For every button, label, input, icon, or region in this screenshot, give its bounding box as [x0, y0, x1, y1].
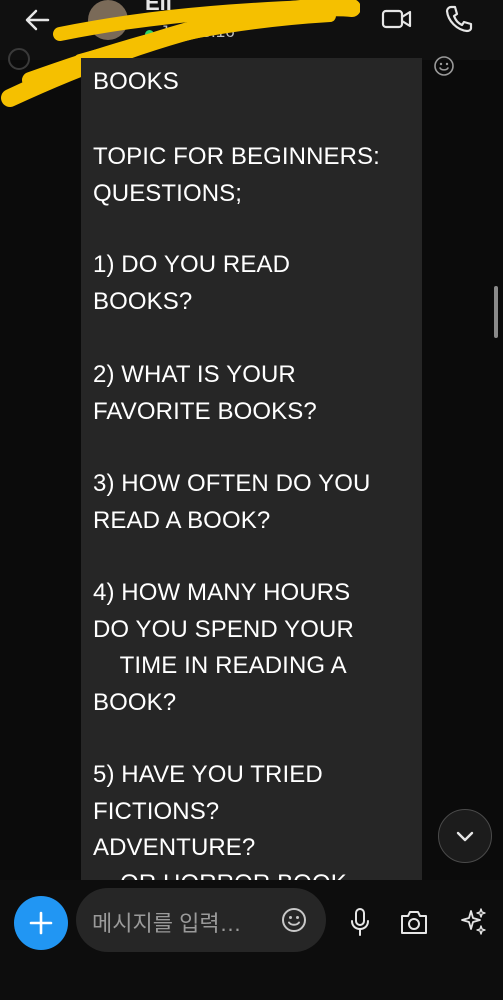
- emoji-button[interactable]: [280, 906, 308, 934]
- camera-icon: [401, 911, 427, 934]
- voice-message-button[interactable]: [347, 907, 373, 937]
- voice-call-button[interactable]: [442, 2, 476, 36]
- message-line: ADVENTURE?: [93, 834, 256, 861]
- online-status-dot: [145, 30, 154, 39]
- sender-marker: [8, 48, 30, 70]
- message-line: FICTIONS?: [93, 798, 220, 825]
- sparkle-icon: [461, 908, 486, 935]
- message-line: TOPIC FOR BEGINNERS:: [93, 143, 380, 170]
- contact-avatar[interactable]: [88, 0, 128, 40]
- video-call-icon: [381, 9, 412, 29]
- camera-button[interactable]: [398, 907, 430, 937]
- scrollbar-thumb[interactable]: [494, 286, 498, 338]
- status-text: John 3:16: [160, 22, 235, 41]
- attach-button[interactable]: [14, 896, 68, 950]
- phone-icon: [445, 5, 473, 33]
- message-line: BOOKS: [93, 68, 179, 95]
- microphone-icon: [351, 908, 369, 936]
- contact-name[interactable]: Eli: [145, 0, 172, 16]
- message-line: 5) HAVE YOU TRIED: [93, 761, 323, 788]
- message-input-placeholder[interactable]: 메시지를 입력…: [92, 906, 242, 938]
- message-line: TIME IN READING A: [93, 652, 347, 679]
- video-call-button[interactable]: [380, 2, 414, 36]
- back-button[interactable]: [18, 2, 58, 38]
- message-bubble[interactable]: BOOKS TOPIC FOR BEGINNERS: QUESTIONS; 1)…: [81, 58, 422, 880]
- plus-icon: [29, 911, 53, 935]
- message-line: BOOKS?: [93, 288, 193, 315]
- ai-assist-button[interactable]: [458, 906, 488, 936]
- add-reaction-button[interactable]: [432, 54, 456, 78]
- message-line: BOOK?: [93, 689, 177, 716]
- smiley-icon: [434, 56, 454, 76]
- message-line: FAVORITE BOOKS?: [93, 398, 317, 425]
- smiley-icon: [282, 908, 306, 932]
- message-line: 3) HOW OFTEN DO YOU: [93, 470, 371, 497]
- message-line: DO YOU SPEND YOUR: [93, 616, 354, 643]
- message-line: QUESTIONS;: [93, 180, 243, 207]
- chat-header: Eli John 3:16: [0, 0, 503, 60]
- message-line: 4) HOW MANY HOURS: [93, 579, 351, 606]
- back-arrow-icon: [25, 9, 50, 31]
- message-line: READ A BOOK?: [93, 507, 271, 534]
- message-line: OR HORROR BOOK: [93, 870, 347, 880]
- message-line: 1) DO YOU READ: [93, 251, 290, 278]
- chevron-down-icon: [456, 831, 474, 842]
- message-line: 2) WHAT IS YOUR: [93, 361, 296, 388]
- scroll-to-bottom-button[interactable]: [438, 809, 492, 863]
